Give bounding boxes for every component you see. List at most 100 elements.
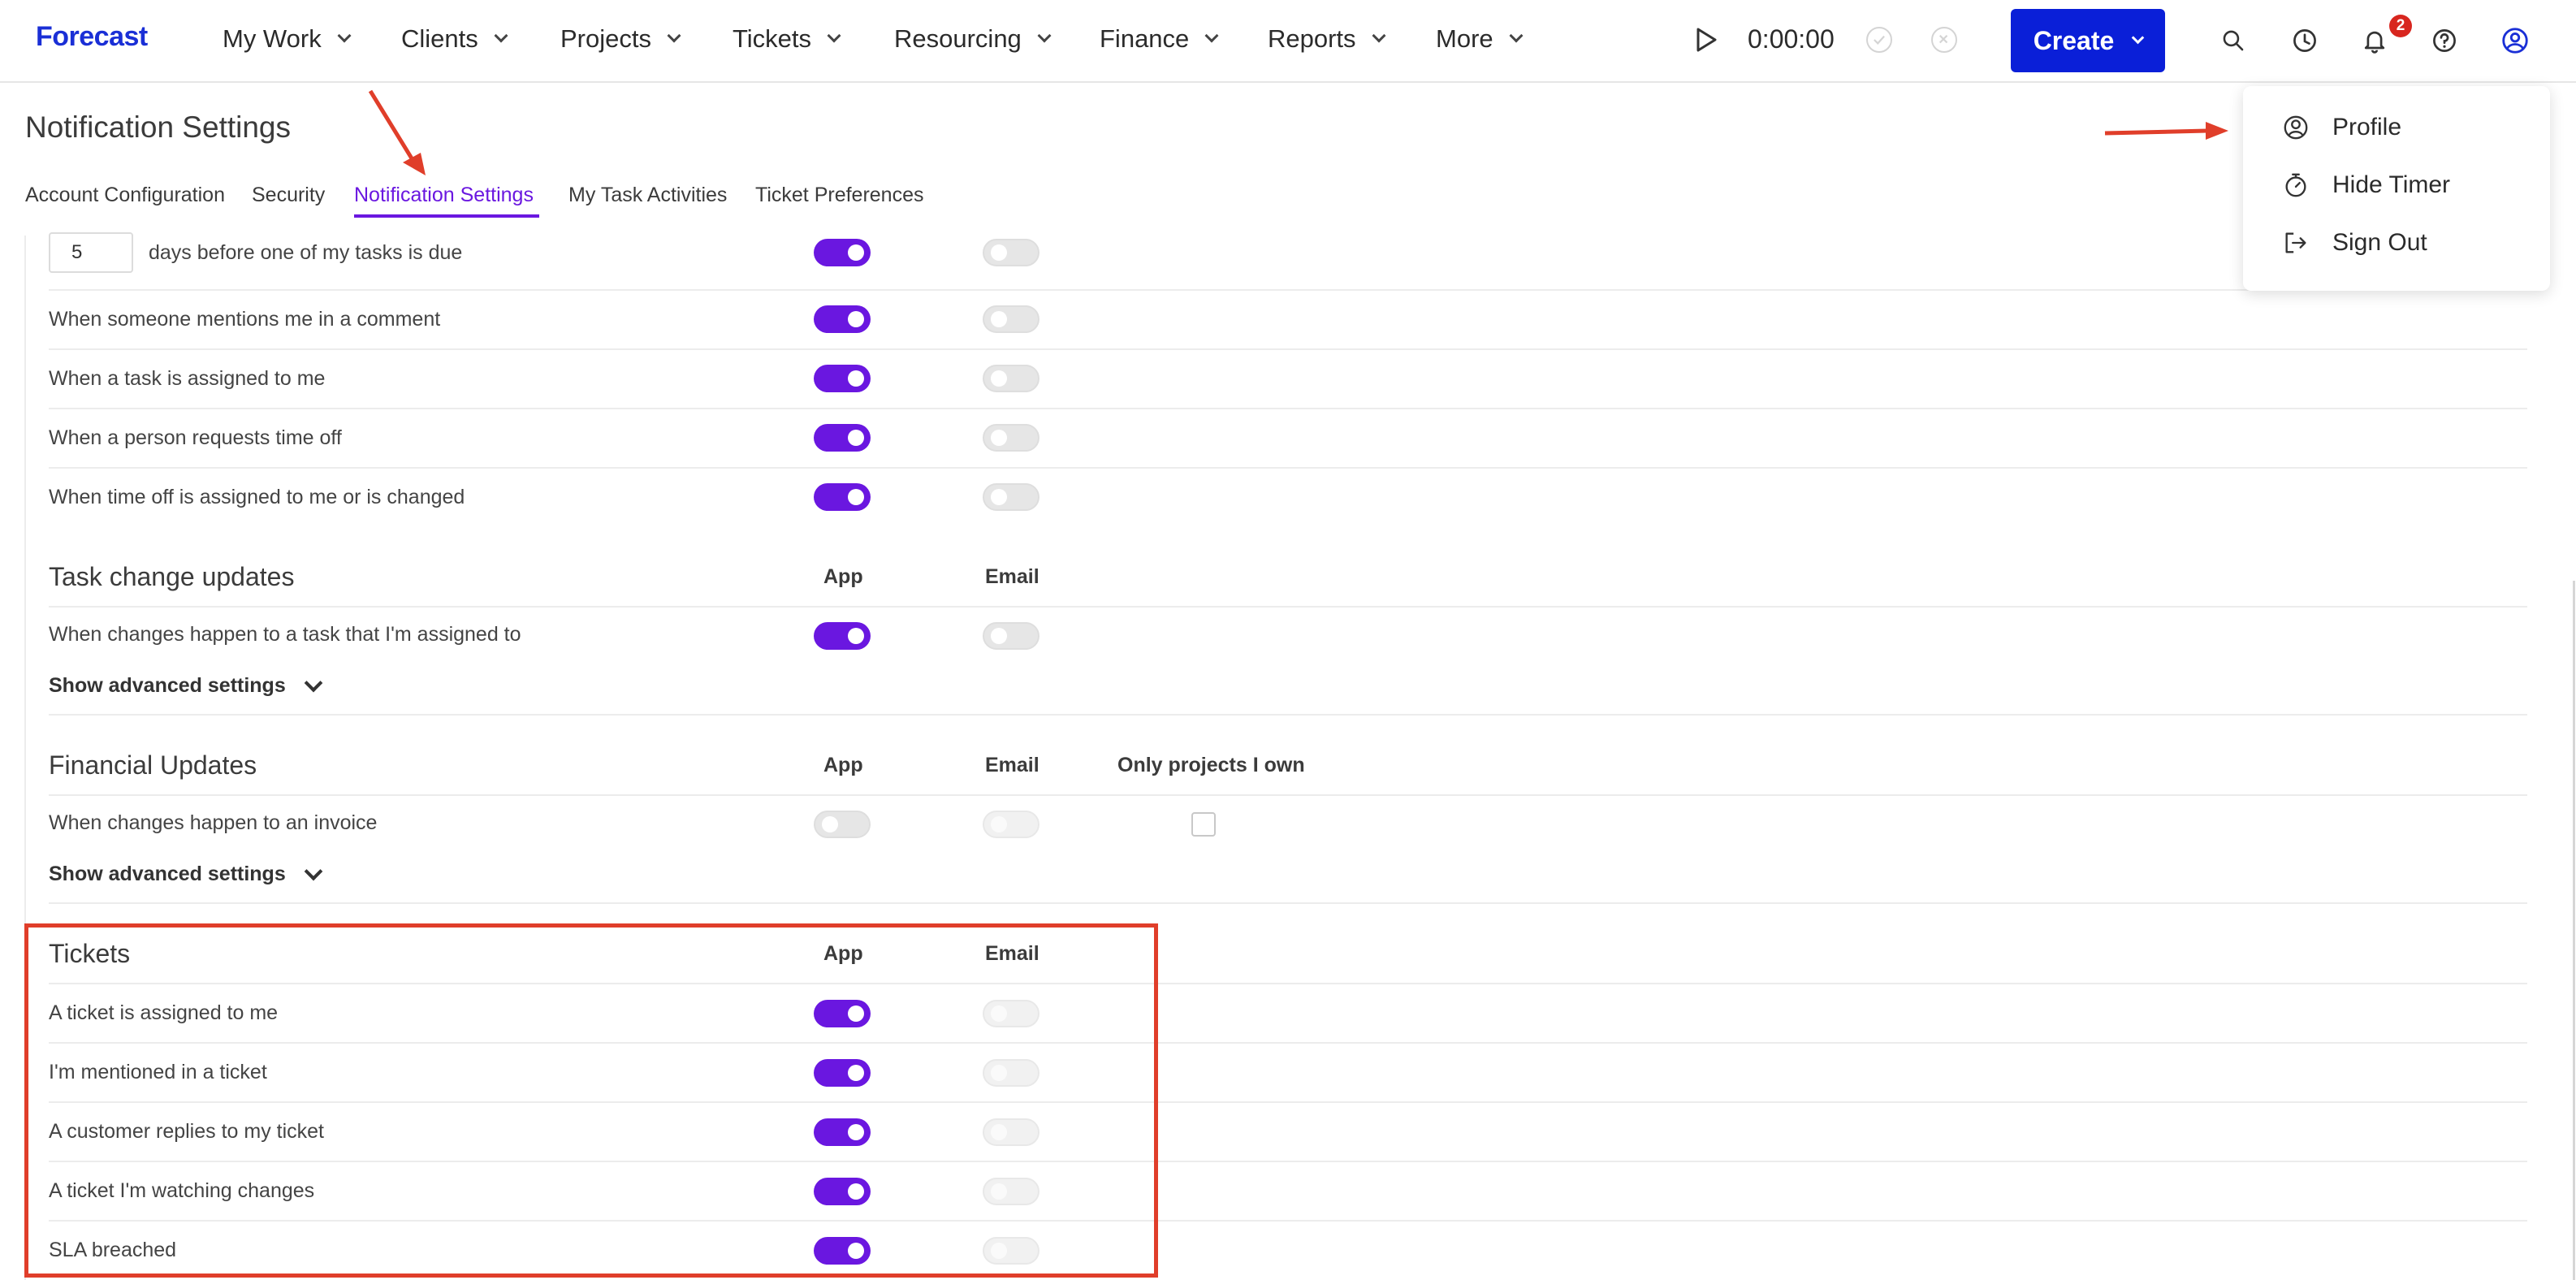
- user-avatar-icon[interactable]: [2499, 24, 2531, 57]
- nav-clients[interactable]: Clients: [401, 24, 508, 54]
- play-icon[interactable]: [1696, 28, 1717, 52]
- toggle-knob: [991, 311, 1007, 327]
- timer-discard-icon[interactable]: [1931, 27, 1957, 53]
- chevron-down-icon: [827, 28, 841, 43]
- toggle-knob: [822, 816, 838, 832]
- toggle-knob: [991, 489, 1007, 505]
- sign-out-icon: [2285, 232, 2306, 253]
- row-divider: [49, 902, 2527, 904]
- timer-check-icon[interactable]: [1866, 27, 1892, 53]
- toggle-task-assigned-email[interactable]: [983, 365, 1039, 392]
- tab-security[interactable]: Security: [252, 184, 325, 207]
- nav-finance[interactable]: Finance: [1100, 24, 1219, 54]
- toggle-mentions-app[interactable]: [814, 305, 871, 333]
- toggle-mentions-email[interactable]: [983, 305, 1039, 333]
- show-advanced-task-change[interactable]: Show advanced settings: [49, 673, 323, 698]
- setting-label-invoice-changes: When changes happen to an invoice: [49, 811, 378, 834]
- nav-my-work[interactable]: My Work: [223, 24, 352, 54]
- column-header-app: App: [823, 565, 863, 588]
- chevron-down-icon: [2132, 31, 2145, 44]
- profile-menu: Profile Hide Timer Sign Out: [2243, 86, 2550, 291]
- toggle-time-off-assigned-app[interactable]: [814, 483, 871, 511]
- show-advanced-label: Show advanced settings: [49, 674, 286, 697]
- toggle-due-reminder-app[interactable]: [814, 239, 871, 266]
- tab-account-configuration[interactable]: Account Configuration: [25, 184, 225, 207]
- create-label: Create: [2033, 25, 2115, 55]
- toggle-knob: [848, 489, 864, 505]
- chevron-down-icon: [337, 28, 352, 43]
- toggle-invoice-changes-email[interactable]: [983, 811, 1039, 838]
- column-header-email: Email: [985, 754, 1039, 776]
- row-divider: [49, 289, 2527, 291]
- section-title-task-change: Task change updates: [49, 562, 295, 591]
- tab-ticket-preferences[interactable]: Ticket Preferences: [755, 184, 923, 207]
- column-header-only-own-projects: Only projects I own: [1117, 754, 1305, 776]
- nav-resourcing[interactable]: Resourcing: [894, 24, 1052, 54]
- days-before-due-label: days before one of my tasks is due: [149, 241, 463, 264]
- setting-label-time-off-assigned: When time off is assigned to me or is ch…: [49, 486, 465, 508]
- help-icon[interactable]: [2428, 24, 2461, 57]
- nav-label: Reports: [1268, 24, 1356, 53]
- chevron-down-icon: [667, 28, 681, 43]
- toggle-knob: [991, 628, 1007, 644]
- toggle-time-off-request-app[interactable]: [814, 424, 871, 452]
- menu-item-label: Sign Out: [2332, 229, 2427, 256]
- search-icon[interactable]: [2217, 24, 2250, 57]
- notification-badge: 2: [2389, 15, 2412, 37]
- setting-label-task-changes: When changes happen to a task that I'm a…: [49, 623, 521, 646]
- top-navigation: Forecast My Work Clients Projects Ticket…: [0, 0, 2576, 83]
- chevron-down-icon: [1037, 28, 1052, 43]
- stopwatch-icon: [2285, 173, 2306, 197]
- show-advanced-label: Show advanced settings: [49, 863, 286, 885]
- toggle-due-reminder-email[interactable]: [983, 239, 1039, 266]
- column-header-email: Email: [985, 565, 1039, 588]
- setting-label-time-off-request: When a person requests time off: [49, 426, 342, 449]
- menu-item-label: Profile: [2332, 114, 2402, 141]
- app-logo[interactable]: Forecast: [36, 21, 148, 53]
- tab-my-task-activities[interactable]: My Task Activities: [568, 184, 727, 207]
- days-before-due-input[interactable]: 5: [49, 232, 133, 273]
- column-header-app: App: [823, 754, 863, 776]
- toggle-task-changes-email[interactable]: [983, 622, 1039, 650]
- toggle-knob: [848, 430, 864, 446]
- show-advanced-financial[interactable]: Show advanced settings: [49, 862, 323, 886]
- create-button[interactable]: Create: [2011, 9, 2165, 72]
- nav-label: More: [1436, 24, 1493, 53]
- chevron-down-icon: [1372, 28, 1386, 43]
- menu-item-sign-out[interactable]: Sign Out: [2282, 229, 2427, 257]
- chevron-down-icon: [1204, 28, 1219, 43]
- toggle-time-off-request-email[interactable]: [983, 424, 1039, 452]
- nav-label: Finance: [1100, 24, 1190, 53]
- row-divider: [49, 348, 2527, 350]
- chevron-down-icon: [304, 862, 323, 880]
- tab-notification-settings[interactable]: Notification Settings: [354, 184, 534, 207]
- toggle-invoice-changes-app[interactable]: [814, 811, 871, 838]
- nav-reports[interactable]: Reports: [1268, 24, 1386, 54]
- page-scrollbar[interactable]: [2573, 581, 2575, 1280]
- menu-item-profile[interactable]: Profile: [2282, 114, 2401, 141]
- setting-label-task-assigned: When a task is assigned to me: [49, 367, 326, 390]
- row-divider: [49, 714, 2527, 716]
- bell-icon[interactable]: [2358, 24, 2391, 57]
- nav-label: Tickets: [733, 24, 812, 53]
- chevron-down-icon: [1509, 28, 1524, 43]
- nav-tickets[interactable]: Tickets: [733, 24, 841, 54]
- annotation-arrow-tab: [368, 89, 426, 175]
- only-own-projects-checkbox[interactable]: [1191, 812, 1216, 837]
- toggle-knob: [991, 816, 1007, 832]
- toggle-task-assigned-app[interactable]: [814, 365, 871, 392]
- page-title: Notification Settings: [25, 110, 292, 144]
- toggle-time-off-assigned-email[interactable]: [983, 483, 1039, 511]
- toggle-knob: [848, 244, 864, 261]
- annotation-highlight-box: [24, 923, 1158, 1278]
- nav-label: Projects: [560, 24, 651, 53]
- setting-label-mentions: When someone mentions me in a comment: [49, 308, 441, 331]
- nav-more[interactable]: More: [1436, 24, 1524, 54]
- menu-item-label: Hide Timer: [2332, 171, 2451, 198]
- clock-icon[interactable]: [2289, 24, 2321, 57]
- nav-projects[interactable]: Projects: [560, 24, 681, 54]
- timer-display: 0:00:00: [1748, 24, 1835, 54]
- menu-item-hide-timer[interactable]: Hide Timer: [2282, 171, 2450, 199]
- toggle-task-changes-app[interactable]: [814, 622, 871, 650]
- row-divider: [49, 606, 2527, 608]
